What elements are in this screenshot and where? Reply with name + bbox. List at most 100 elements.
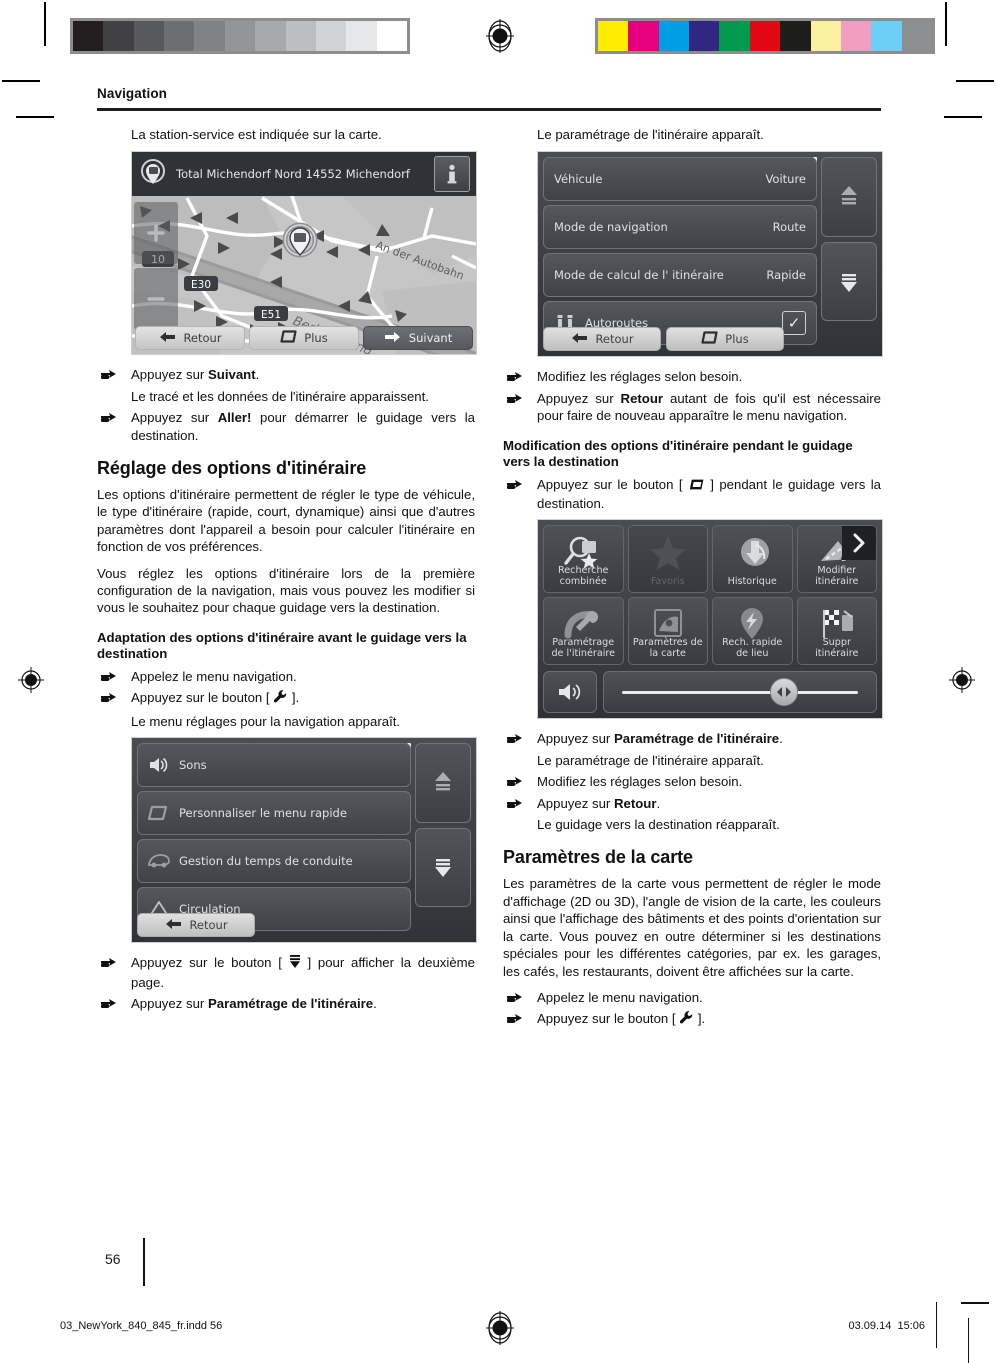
pointing-hand-icon — [507, 370, 529, 384]
speaker-icon[interactable] — [543, 671, 597, 714]
settings-row-label: Gestion du temps de conduite — [179, 853, 353, 868]
settings-button-bar: Retour — [137, 913, 255, 938]
quick-cell-quick-place-search[interactable]: Rech. rapide de lieu — [712, 597, 793, 666]
zoom-out-icon[interactable] — [134, 268, 178, 331]
volume-slider[interactable] — [603, 671, 877, 714]
step-text-pre: Appuyez sur — [537, 795, 614, 811]
route-row-vehicle[interactable]: Véhicule Voiture — [543, 157, 817, 202]
step-press-back-repeat: Appuyez sur Retour autant de fois qu'il … — [503, 390, 881, 425]
route-row-label: Mode de navigation — [554, 219, 668, 234]
subheading-during-guidance: Modification des options d'itinéraire pe… — [503, 437, 853, 470]
wrench-icon — [273, 689, 288, 708]
step-text: Modifiez les réglages selon besoin. — [537, 774, 743, 790]
step-press-more-button: Appuyez sur le bouton [ ] pendant le gui… — [503, 476, 881, 513]
scroll-down-icon[interactable] — [415, 827, 471, 908]
pointing-hand-icon — [101, 670, 123, 684]
settings-row-quickmenu[interactable]: Personnaliser le menu rapide — [137, 791, 411, 836]
settings-row-sounds[interactable]: Sons — [137, 743, 411, 788]
settings-row-label: Personnaliser le menu rapide — [179, 805, 347, 820]
map-next-button[interactable]: Suivant — [363, 326, 473, 351]
pointing-hand-icon — [507, 775, 529, 789]
step-text-pre: Appuyez sur — [537, 731, 614, 747]
left-column: La station-service est indiquée sur la c… — [97, 126, 477, 1016]
scroll-down-icon[interactable] — [821, 241, 877, 322]
route-row-value: Route — [772, 220, 806, 235]
pointing-hand-icon — [507, 797, 529, 811]
pointing-hand-icon — [101, 956, 123, 970]
step-text-pre: Appuyez sur — [537, 390, 621, 406]
map-zoom-controls[interactable] — [134, 202, 178, 334]
map-back-button[interactable]: Retour — [135, 326, 245, 351]
pointing-hand-icon — [507, 1012, 529, 1026]
step-text-pre: Appuyez sur le bouton [ — [537, 1011, 680, 1027]
more-icon — [688, 478, 705, 495]
settings-back-label: Retour — [189, 918, 228, 933]
step-text-post: ]. — [288, 690, 300, 706]
map-poi-title: Total Michendorf Nord 14552 Michendorf — [176, 167, 410, 182]
route-back-button[interactable]: Retour — [543, 327, 661, 352]
heading-route-options: Réglage des options d'itinéraire — [97, 458, 367, 479]
folio-rule — [143, 1238, 145, 1286]
zoom-in-icon[interactable] — [134, 202, 178, 265]
step-text: Appelez le menu navigation. — [131, 668, 297, 684]
quick-cell-route-settings[interactable]: Paramétrage de l'itinéraire — [543, 597, 624, 666]
quick-cell-combined-search[interactable]: Recherche combinée — [543, 525, 624, 594]
route-row-nav-mode[interactable]: Mode de navigation Route — [543, 205, 817, 250]
star-icon — [629, 532, 708, 572]
step-call-nav-menu: Appelez le menu navigation. — [97, 668, 475, 685]
info-icon[interactable] — [434, 156, 470, 193]
map-screenshot: 10 E30 E51 An der Autobahn Berliner Ring — [131, 151, 477, 356]
note-route-drawn: Le tracé et les données de l'itinéraire … — [131, 388, 429, 404]
quick-cell-favorites[interactable]: Favoris — [627, 525, 708, 594]
step-press-back-2: Appuyez sur Retour. — [503, 795, 881, 812]
pointing-hand-icon — [101, 368, 123, 382]
note-settings-menu: Le menu réglages pour la navigation appa… — [131, 713, 401, 729]
settings-menu-screenshot: Sons Personnaliser le menu rapide Gestio… — [131, 737, 477, 944]
map-button-bar: Retour Plus Suivant — [135, 326, 473, 351]
step-press-route-settings-2: Appuyez sur Paramétrage de l'itinéraire. — [503, 730, 881, 747]
arrow-left-icon — [570, 332, 588, 347]
slug-date: 03.09.14 — [848, 1320, 892, 1332]
history-icon — [713, 532, 792, 572]
delete-route-icon — [798, 604, 877, 644]
quick-cell-edit-route[interactable]: Modifier itinéraire — [796, 525, 877, 594]
map-more-label: Plus — [304, 331, 328, 346]
settings-row-label: Sons — [179, 757, 207, 772]
slider-knob-icon[interactable] — [769, 678, 798, 707]
wrench-icon — [679, 1010, 694, 1029]
arrow-right-icon — [384, 331, 402, 346]
route-row-calc-mode[interactable]: Mode de calcul de l' itinéraire Rapide — [543, 253, 817, 298]
paragraph-route-options-1: Les options d'itinéraire permettent de r… — [97, 487, 475, 555]
settings-back-button[interactable]: Retour — [137, 913, 255, 938]
combined-search-icon — [544, 532, 623, 572]
settings-row-driving-time[interactable]: Gestion du temps de conduite — [137, 839, 411, 884]
quick-cell-map-settings[interactable]: Paramètres de la carte — [627, 597, 708, 666]
step-text-post: . — [373, 995, 377, 1011]
driving-time-icon — [148, 850, 170, 872]
crop-mark-bottom-right-v2 — [967, 1318, 969, 1363]
settings-row-list: Sons Personnaliser le menu rapide Gestio… — [137, 743, 411, 932]
settings-scroll-controls — [415, 743, 471, 908]
step-text-post: . — [255, 367, 260, 383]
step-modify-settings-2: Modifiez les réglages selon besoin. — [503, 773, 881, 790]
route-more-button[interactable]: Plus — [666, 327, 784, 352]
scroll-up-icon[interactable] — [821, 157, 877, 237]
left-intro-text: La station-service est indiquée sur la c… — [131, 127, 382, 142]
note-route-params-appear: Le paramétrage de l'itinéraire apparaît. — [537, 752, 764, 768]
step-text-post: . — [779, 731, 783, 747]
scroll-up-icon[interactable] — [415, 743, 471, 823]
quick-cell-label: Favoris — [650, 575, 685, 587]
map-canvas: 10 E30 E51 An der Autobahn Berliner Ring — [132, 196, 476, 355]
document-page: Navigation La station-service est indiqu… — [0, 0, 997, 1363]
pointing-hand-icon — [507, 478, 529, 492]
step-press-go: Appuyez sur Aller! pour démarrer le guid… — [97, 409, 475, 444]
page-number: 56 — [105, 1251, 121, 1267]
step-text-pre: Appuyez sur — [131, 995, 208, 1011]
chevron-right-icon[interactable] — [842, 526, 876, 561]
quick-cell-history[interactable]: Historique — [712, 525, 793, 594]
map-more-button[interactable]: Plus — [249, 326, 359, 351]
motorways-checkbox[interactable]: ✓ — [782, 311, 806, 336]
step-text-post: ]. — [694, 1011, 706, 1027]
quick-cell-delete-route[interactable]: Suppr itinéraire — [796, 597, 877, 666]
route-row-label: Mode de calcul de l' itinéraire — [554, 267, 724, 282]
